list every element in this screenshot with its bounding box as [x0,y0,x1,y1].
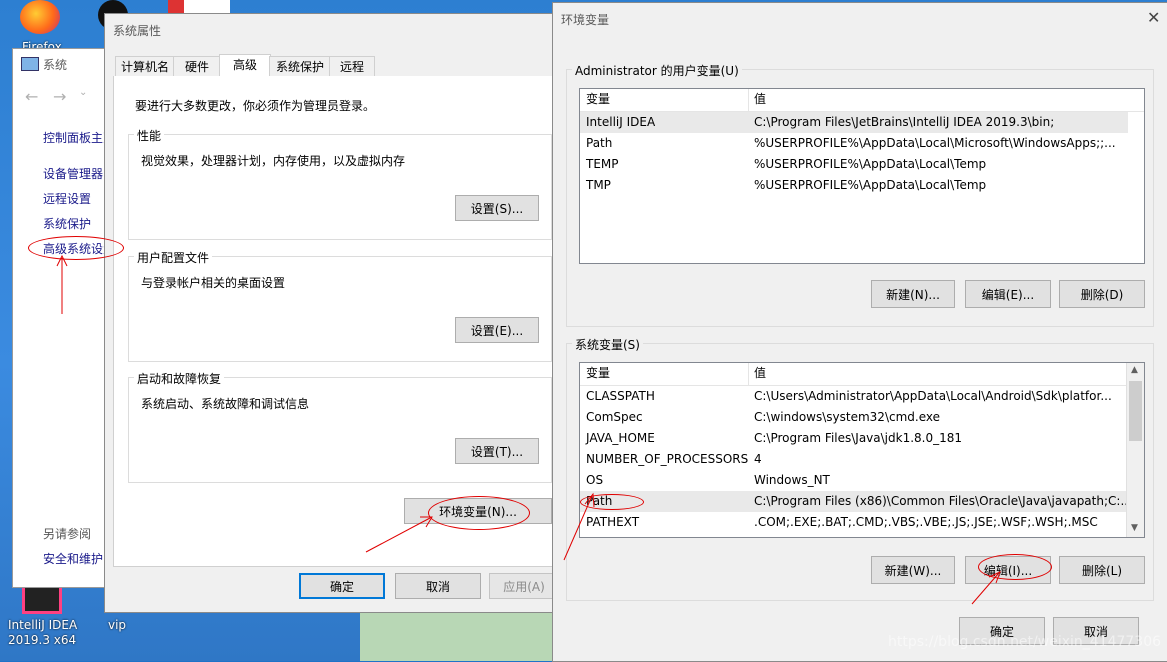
annotation-arrow [971,573,999,605]
annotation-arrows [56,254,1001,605]
annotation-arrow [563,495,593,561]
annotation-arrow [365,517,431,553]
watermark: https://blog.csdn.net/weixin_41477306 [888,634,1162,650]
